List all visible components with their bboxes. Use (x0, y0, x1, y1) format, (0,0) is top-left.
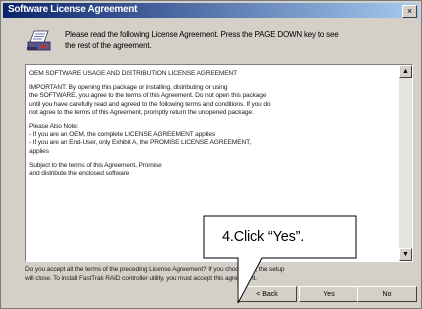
callout-bubble (203, 215, 357, 304)
callout-text: 4.Click “Yes”. (222, 229, 305, 245)
